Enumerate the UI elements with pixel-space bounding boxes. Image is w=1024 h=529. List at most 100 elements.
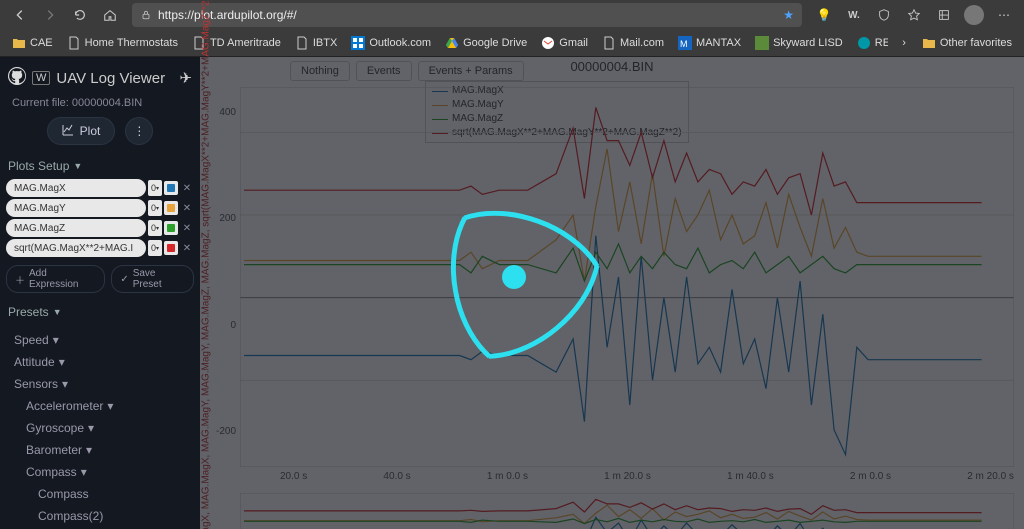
- color-swatch[interactable]: [164, 181, 178, 195]
- bookmark-icon: [12, 36, 26, 50]
- main-chart[interactable]: [240, 87, 1014, 467]
- home-button[interactable]: [96, 1, 124, 29]
- chart-icon: [62, 124, 74, 139]
- range-selector-chart[interactable]: [240, 493, 1014, 529]
- caret-icon: ▾: [88, 421, 94, 435]
- delete-expression-button[interactable]: ✕: [180, 221, 194, 235]
- ext-w-icon[interactable]: W.: [840, 1, 868, 29]
- caret-icon: ▾: [107, 399, 113, 413]
- plot-area: 00000004.BIN Nothing Events Events + Par…: [200, 57, 1024, 529]
- expression-row: 0▾ ✕: [6, 179, 194, 197]
- plot-toolbar: Nothing Events Events + Params: [290, 61, 524, 81]
- github-icon[interactable]: [8, 67, 26, 89]
- preset-item[interactable]: Compass ▾: [6, 461, 194, 483]
- app-root: W UAV Log Viewer ✈ Current file: 0000000…: [0, 57, 1024, 529]
- other-favorites[interactable]: Other favorites: [916, 34, 1018, 52]
- refresh-button[interactable]: [66, 1, 94, 29]
- preset-item[interactable]: Sensors ▾: [6, 373, 194, 395]
- plots-setup-header[interactable]: Plots Setup▼: [6, 155, 194, 177]
- expression-input[interactable]: [6, 239, 146, 257]
- toolbar-nothing[interactable]: Nothing: [290, 61, 350, 81]
- ext-shield-icon[interactable]: [870, 1, 898, 29]
- save-preset-button[interactable]: ✓Save Preset: [111, 265, 194, 293]
- preset-item[interactable]: Accelerometer ▾: [6, 395, 194, 417]
- bookmark-icon: [857, 36, 871, 50]
- bookmark-item[interactable]: Google Drive: [439, 34, 533, 52]
- sidebar: W UAV Log Viewer ✈ Current file: 0000000…: [0, 57, 200, 529]
- forward-button[interactable]: [36, 1, 64, 29]
- favorites-button[interactable]: [900, 1, 928, 29]
- presets-header[interactable]: Presets▼: [6, 301, 194, 323]
- svg-text:M: M: [680, 39, 688, 49]
- bookmark-item[interactable]: CAE: [6, 34, 59, 52]
- axis-select[interactable]: 0▾: [148, 220, 162, 236]
- bookmark-item[interactable]: Outlook.com: [345, 34, 437, 52]
- caret-icon: ▾: [62, 377, 68, 391]
- caret-icon: ▾: [81, 465, 87, 479]
- back-button[interactable]: [6, 1, 34, 29]
- ext-lightbulb-icon[interactable]: 💡: [810, 1, 838, 29]
- expression-row: 0▾ ✕: [6, 239, 194, 257]
- expression-input[interactable]: [6, 199, 146, 217]
- bookmark-icon: [755, 36, 769, 50]
- bookmark-icon: M: [678, 36, 692, 50]
- plot-menu-button[interactable]: ⋮: [125, 117, 153, 145]
- preset-item[interactable]: Barometer ▾: [6, 439, 194, 461]
- current-file-label: Current file: 00000004.BIN: [6, 93, 194, 117]
- color-swatch[interactable]: [164, 221, 178, 235]
- bookmark-icon: [602, 36, 616, 50]
- address-bar[interactable]: https://plot.ardupilot.org/#/ ★: [132, 3, 802, 27]
- caret-icon: ▾: [86, 443, 92, 457]
- bookmark-icon: [67, 36, 81, 50]
- app-title: UAV Log Viewer: [56, 70, 173, 87]
- bookmark-icon: [351, 36, 365, 50]
- preset-item[interactable]: Attitude ▾: [6, 351, 194, 373]
- expression-input[interactable]: [6, 219, 146, 237]
- bookmark-icon: [541, 36, 555, 50]
- bookmark-overflow[interactable]: ›: [896, 35, 912, 51]
- bookmark-item[interactable]: Skyward LISD: [749, 34, 849, 52]
- folder-icon: [922, 36, 936, 50]
- preset-item[interactable]: Compass(2): [6, 505, 194, 527]
- expression-row: 0▾ ✕: [6, 199, 194, 217]
- plane-icon: ✈: [179, 69, 192, 87]
- axis-select[interactable]: 0▾: [148, 240, 162, 256]
- favorite-star-icon[interactable]: ★: [783, 8, 794, 22]
- bookmark-item[interactable]: Mail.com: [596, 34, 670, 52]
- app-header: W UAV Log Viewer ✈: [6, 63, 194, 93]
- caret-icon: ▾: [53, 333, 59, 347]
- url-text: https://plot.ardupilot.org/#/: [158, 8, 777, 22]
- expression-row: 0▾ ✕: [6, 219, 194, 237]
- bookmark-icon: [295, 36, 309, 50]
- bookmark-item[interactable]: Gmail: [535, 34, 594, 52]
- delete-expression-button[interactable]: ✕: [180, 181, 194, 195]
- preset-item[interactable]: Compass: [6, 483, 194, 505]
- preset-item[interactable]: Speed ▾: [6, 329, 194, 351]
- add-expression-button[interactable]: ＋Add Expression: [6, 265, 105, 293]
- delete-expression-button[interactable]: ✕: [180, 201, 194, 215]
- bookmark-bar: CAEHome ThermostatsTD AmeritradeIBTXOutl…: [0, 30, 1024, 57]
- bookmark-item[interactable]: REVTRAK: [851, 34, 888, 52]
- plot-button[interactable]: Plot: [47, 117, 116, 145]
- bookmark-item[interactable]: Home Thermostats: [61, 34, 184, 52]
- axis-select[interactable]: 0▾: [148, 180, 162, 196]
- caret-icon: ▾: [59, 355, 65, 369]
- y-axis-ticks: 4002000-200: [206, 107, 236, 437]
- axis-select[interactable]: 0▾: [148, 200, 162, 216]
- color-swatch[interactable]: [164, 241, 178, 255]
- profile-button[interactable]: [960, 1, 988, 29]
- x-axis-ticks: 20.0 s40.0 s1 m 0.0 s1 m 20.0 s1 m 40.0 …: [280, 471, 1014, 482]
- collections-button[interactable]: [930, 1, 958, 29]
- more-button[interactable]: ⋯: [990, 1, 1018, 29]
- bookmark-item[interactable]: MMANTAX: [672, 34, 747, 52]
- color-swatch[interactable]: [164, 201, 178, 215]
- lock-icon: [140, 9, 152, 21]
- bookmark-item[interactable]: IBTX: [289, 34, 343, 52]
- preset-item[interactable]: Gyroscope ▾: [6, 417, 194, 439]
- toolbar-events-params[interactable]: Events + Params: [418, 61, 524, 81]
- browser-toolbar: https://plot.ardupilot.org/#/ ★ 💡 W. ⋯: [0, 0, 1024, 30]
- delete-expression-button[interactable]: ✕: [180, 241, 194, 255]
- wiki-icon[interactable]: W: [32, 71, 50, 85]
- toolbar-events[interactable]: Events: [356, 61, 412, 81]
- expression-input[interactable]: [6, 179, 146, 197]
